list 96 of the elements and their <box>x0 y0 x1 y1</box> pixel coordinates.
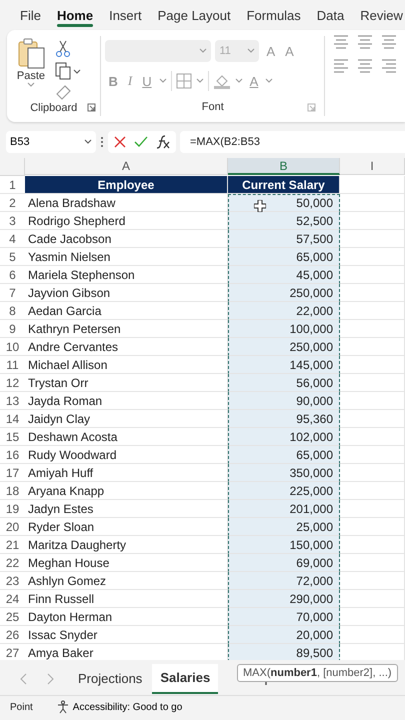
table-cell: Meghan House <box>25 554 228 572</box>
align-center-icon[interactable] <box>357 58 373 74</box>
menu-tab[interactable]: Home <box>48 0 102 30</box>
table-cell: Jaidyn Clay <box>25 410 228 428</box>
column-header[interactable]: B <box>228 158 340 175</box>
table-cell: 20,000 <box>228 626 340 644</box>
name-box[interactable]: B53 <box>6 131 96 153</box>
table-cell: Jadyn Estes <box>25 500 228 518</box>
table-cell: 45,000 <box>228 266 340 284</box>
table-cell: 70,000 <box>228 608 340 626</box>
table-cell: Amiyah Huff <box>25 464 228 482</box>
table-cell: 72,000 <box>228 572 340 590</box>
table-cell: 57,500 <box>228 230 340 248</box>
table-cell: 350,000 <box>228 464 340 482</box>
clipboard-icon <box>16 38 46 70</box>
table-cell: 69,000 <box>228 554 340 572</box>
table-cell: Ryder Sloan <box>25 518 228 536</box>
table-cell: 145,000 <box>228 356 340 374</box>
table-cell: 150,000 <box>228 536 340 554</box>
sheet-tab[interactable]: Projections <box>70 664 150 694</box>
borders-icon[interactable] <box>176 73 192 89</box>
menu-tab[interactable]: Data <box>308 0 352 30</box>
accessibility-button[interactable]: Accessibility: Good to go <box>50 699 188 715</box>
status-mode: Point <box>10 702 33 712</box>
check-icon[interactable] <box>134 136 148 148</box>
table-cell: Michael Allison <box>25 356 228 374</box>
table-cell: Maritza Daugherty <box>25 536 228 554</box>
table-cell: Alena Bradshaw <box>25 194 228 212</box>
table-cell: 290,000 <box>228 590 340 608</box>
table-cell: 50,000 <box>228 194 340 212</box>
table-cell: 90,000 <box>228 392 340 410</box>
menu-tab[interactable]: Insert <box>101 0 150 30</box>
table-cell: 89,500 <box>228 644 340 660</box>
more-icon[interactable] <box>100 136 104 148</box>
table-cell: 225,000 <box>228 482 340 500</box>
dialog-launcher-icon[interactable] <box>87 103 96 112</box>
table-cell: 201,000 <box>228 500 340 518</box>
table-cell: 250,000 <box>228 338 340 356</box>
menu-tab[interactable]: Formulas <box>238 0 309 30</box>
group-label: Font <box>202 101 224 113</box>
table-cell: 22,000 <box>228 302 340 320</box>
table-cell: 95,360 <box>228 410 340 428</box>
table-cell: Trystan Orr <box>25 374 228 392</box>
menu-tab[interactable]: File <box>12 0 49 30</box>
table-cell: 52,500 <box>228 212 340 230</box>
chevron-right-icon[interactable] <box>46 672 54 684</box>
table-cell: 250,000 <box>228 284 340 302</box>
table-cell: Kathryn Petersen <box>25 320 228 338</box>
table-cell: 102,000 <box>228 428 340 446</box>
cancel-icon[interactable] <box>114 136 126 148</box>
header-cell: Current Salary <box>228 176 340 194</box>
function-icon[interactable] <box>156 135 170 149</box>
accessibility-icon <box>56 700 71 714</box>
group-label: Clipboard <box>30 102 78 114</box>
top-align-icon[interactable] <box>333 34 349 50</box>
sheet-tab[interactable]: Salaries <box>152 664 218 694</box>
table-cell: Rodrigo Shepherd <box>25 212 228 230</box>
table-cell: Ashlyn Gomez <box>25 572 228 590</box>
function-tooltip: MAX(number1, [number2], ...) <box>237 664 398 682</box>
align-right-icon[interactable] <box>381 58 397 74</box>
chevron-left-icon[interactable] <box>20 672 28 684</box>
copy-icon[interactable] <box>55 62 81 80</box>
formula-field[interactable]: =MAX(B2:B53 <box>180 131 405 153</box>
paste-button[interactable]: Paste <box>16 38 46 82</box>
paint-bucket-icon[interactable] <box>212 73 231 89</box>
table-cell: Cade Jacobson <box>25 230 228 248</box>
caret-icon[interactable] <box>84 139 92 145</box>
middle-align-icon[interactable] <box>357 34 373 50</box>
align-left-icon[interactable] <box>333 58 349 74</box>
table-cell: Deshawn Acosta <box>25 428 228 446</box>
table-cell: Jayda Roman <box>25 392 228 410</box>
menu-tab[interactable]: Review <box>352 0 405 30</box>
table-cell: 65,000 <box>228 248 340 266</box>
table-cell: Mariela Stephenson <box>25 266 228 284</box>
font-name-field[interactable] <box>105 40 212 62</box>
menu-tab[interactable]: Page Layout <box>150 0 239 30</box>
table-cell: Rudy Woodward <box>25 446 228 464</box>
header-cell: Employee <box>25 176 228 194</box>
table-cell: Finn Russell <box>25 590 228 608</box>
table-cell: 100,000 <box>228 320 340 338</box>
table-cell: Aedan Garcia <box>25 302 228 320</box>
bottom-align-icon[interactable] <box>381 34 397 50</box>
table-cell: Issac Snyder <box>25 626 228 644</box>
table-cell: 25,000 <box>228 518 340 536</box>
column-header[interactable]: I <box>340 158 405 175</box>
table-cell: Jayvion Gibson <box>25 284 228 302</box>
column-header[interactable]: A <box>25 158 228 175</box>
cursor-icon <box>254 200 266 212</box>
table-cell: 56,000 <box>228 374 340 392</box>
dialog-launcher-icon[interactable] <box>307 103 316 112</box>
table-cell: Andre Cervantes <box>25 338 228 356</box>
table-cell: Yasmin Nielsen <box>25 248 228 266</box>
table-cell: Dayton Herman <box>25 608 228 626</box>
table-cell: Aryana Knapp <box>25 482 228 500</box>
scissors-icon[interactable] <box>55 40 71 58</box>
table-cell: 65,000 <box>228 446 340 464</box>
